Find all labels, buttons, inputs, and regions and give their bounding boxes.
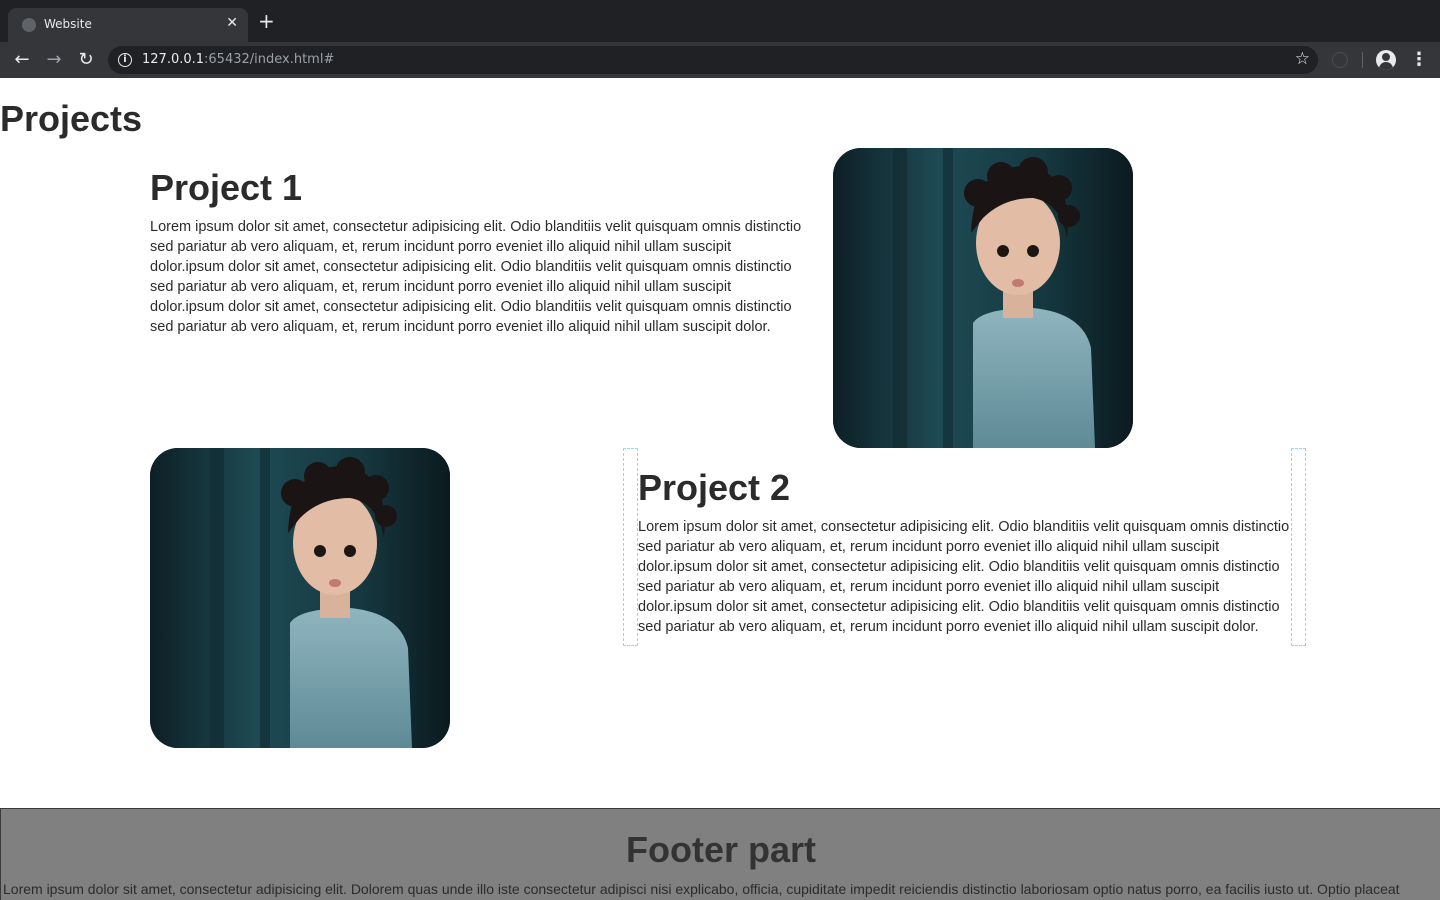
menu-icon[interactable]: ⋮ bbox=[1410, 50, 1428, 70]
project-2-title: Project 2 bbox=[638, 467, 791, 508]
forward-icon[interactable]: → bbox=[44, 50, 64, 70]
globe-icon bbox=[22, 18, 36, 32]
plus-icon[interactable]: + bbox=[258, 11, 275, 31]
star-icon[interactable]: ☆ bbox=[1295, 49, 1310, 69]
info-icon[interactable]: i bbox=[118, 53, 132, 67]
browser-tab[interactable]: Website ✕ bbox=[8, 8, 248, 42]
padding-guide-left bbox=[623, 448, 638, 646]
project-2-description: Lorem ipsum dolor sit amet, consectetur … bbox=[638, 519, 1290, 635]
reload-icon[interactable]: ↻ bbox=[76, 50, 96, 70]
toolbar-divider bbox=[1362, 52, 1363, 68]
project-1-description: Lorem ipsum dolor sit amet, consectetur … bbox=[150, 219, 802, 335]
back-icon[interactable]: ← bbox=[12, 50, 32, 70]
browser-toolbar: ← → ↻ i 127.0.0.1:65432/index.html# ☆ ⋮ bbox=[0, 42, 1440, 78]
url-text[interactable]: 127.0.0.1:65432/index.html# bbox=[142, 52, 334, 67]
tab-strip: Website ✕ + bbox=[0, 0, 1440, 42]
padding-guide-right bbox=[1291, 448, 1306, 646]
extension-icon[interactable] bbox=[1332, 52, 1348, 68]
url-path: :65432/index.html# bbox=[204, 52, 335, 67]
project-1-image bbox=[833, 148, 1133, 448]
project-2-image bbox=[150, 448, 450, 748]
profile-icon[interactable] bbox=[1376, 50, 1396, 70]
close-icon[interactable]: ✕ bbox=[226, 15, 238, 31]
page-title: Projects bbox=[0, 98, 143, 139]
address-bar[interactable]: i 127.0.0.1:65432/index.html# ☆ bbox=[108, 46, 1318, 74]
footer-title: Footer part bbox=[625, 829, 816, 870]
child-portrait-icon bbox=[150, 448, 450, 748]
tab-title: Website bbox=[44, 17, 92, 31]
url-host: 127.0.0.1 bbox=[142, 52, 205, 67]
footer-text: Lorem ipsum dolor sit amet, consectetur … bbox=[3, 881, 1400, 897]
project-1-title: Project 1 bbox=[150, 167, 303, 208]
child-portrait-icon bbox=[833, 148, 1133, 448]
footer: Footer part Lorem ipsum dolor sit amet, … bbox=[0, 808, 1440, 900]
